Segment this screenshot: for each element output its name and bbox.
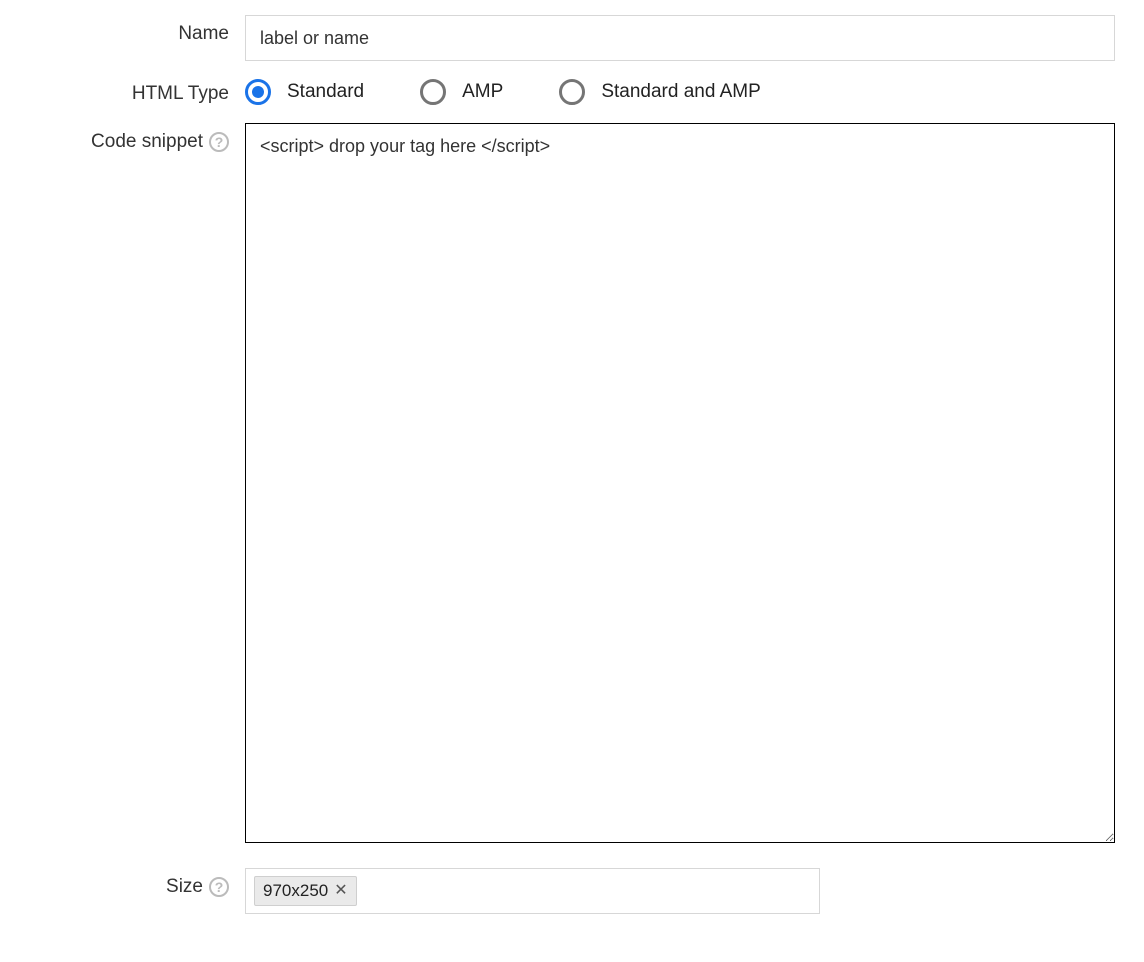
- size-chip: 970x250 ✕: [254, 876, 357, 906]
- radio-circle-icon: [420, 79, 446, 105]
- size-label: Size ?: [20, 868, 245, 898]
- radio-standard-and-amp[interactable]: Standard and AMP: [559, 79, 761, 105]
- size-row: Size ? 970x250 ✕: [20, 868, 1124, 914]
- close-icon[interactable]: ✕: [334, 883, 347, 899]
- html-type-label-text: HTML Type: [132, 83, 229, 105]
- radio-dot-icon: [252, 86, 264, 98]
- name-label-text: Name: [178, 23, 229, 45]
- help-icon[interactable]: ?: [209, 877, 229, 897]
- radio-amp[interactable]: AMP: [420, 79, 503, 105]
- size-label-text: Size: [166, 876, 203, 898]
- radio-standard[interactable]: Standard: [245, 79, 364, 105]
- name-row: Name: [20, 15, 1124, 61]
- name-label: Name: [20, 15, 245, 45]
- code-snippet-row: Code snippet ?: [20, 123, 1124, 848]
- size-chip-input[interactable]: 970x250 ✕: [245, 868, 820, 914]
- radio-standard-and-amp-label: Standard and AMP: [601, 81, 761, 103]
- radio-circle-icon: [559, 79, 585, 105]
- code-snippet-label-text: Code snippet: [91, 131, 203, 153]
- name-input[interactable]: [245, 15, 1115, 61]
- code-snippet-control: [245, 123, 1124, 848]
- html-type-label: HTML Type: [20, 79, 245, 105]
- size-chip-label: 970x250: [263, 881, 328, 901]
- code-snippet-textarea[interactable]: [245, 123, 1115, 843]
- size-control: 970x250 ✕: [245, 868, 1124, 914]
- html-type-radio-group: Standard AMP Standard and AMP: [245, 79, 1124, 105]
- name-control: [245, 15, 1124, 61]
- code-snippet-label: Code snippet ?: [20, 123, 245, 153]
- help-icon[interactable]: ?: [209, 132, 229, 152]
- html-type-control: Standard AMP Standard and AMP: [245, 79, 1124, 105]
- radio-amp-label: AMP: [462, 81, 503, 103]
- radio-standard-label: Standard: [287, 81, 364, 103]
- radio-circle-icon: [245, 79, 271, 105]
- html-type-row: HTML Type Standard AMP Standard and AMP: [20, 79, 1124, 105]
